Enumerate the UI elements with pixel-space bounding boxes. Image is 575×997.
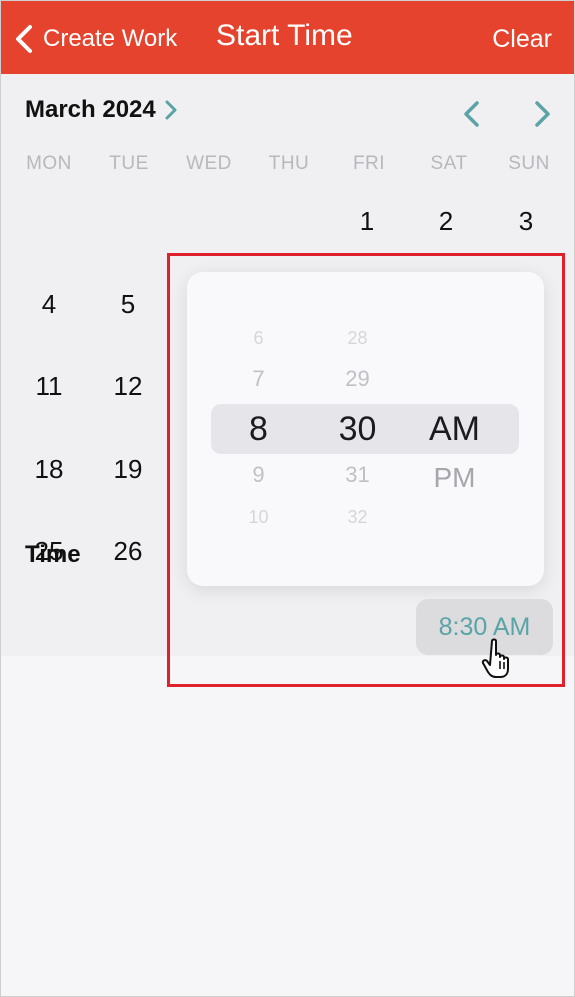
clear-button[interactable]: Clear: [492, 25, 552, 54]
app-frame: Create Work Start Time Clear March 2024 …: [0, 0, 575, 997]
highlight-box: [167, 253, 565, 687]
month-label: March 2024: [25, 96, 156, 123]
navigation-bar: Create Work Start Time Clear: [1, 1, 574, 74]
time-label: Time: [25, 541, 81, 568]
back-button-label: Create Work: [43, 25, 178, 52]
chevron-right-icon: [164, 99, 178, 121]
month-selector[interactable]: March 2024: [25, 96, 178, 124]
weekday-mon: MON: [26, 153, 72, 174]
page-title: Start Time: [216, 19, 353, 52]
empty-content-area: [1, 656, 574, 996]
back-button[interactable]: Create Work: [13, 21, 177, 57]
calendar-day[interactable]: 2: [406, 206, 486, 237]
next-month-button[interactable]: [531, 100, 553, 128]
weekday-wed: WED: [186, 153, 232, 174]
weekday-fri: FRI: [352, 153, 386, 174]
weekday-sat: SAT: [430, 153, 468, 174]
calendar-day[interactable]: 12: [88, 371, 168, 402]
calendar-day[interactable]: 1: [327, 206, 407, 237]
calendar-day[interactable]: 18: [9, 454, 89, 485]
calendar-day[interactable]: 5: [88, 289, 168, 320]
weekday-tue: TUE: [109, 153, 149, 174]
weekday-thu: THU: [268, 153, 310, 174]
chevron-left-icon: [13, 24, 37, 54]
previous-month-button[interactable]: [461, 100, 483, 128]
calendar-day[interactable]: 26: [88, 536, 168, 567]
weekday-sun: SUN: [508, 153, 550, 174]
calendar-day[interactable]: 19: [88, 454, 168, 485]
calendar-day[interactable]: 11: [9, 371, 89, 402]
calendar-day[interactable]: 3: [486, 206, 566, 237]
calendar-day[interactable]: 4: [9, 289, 89, 320]
